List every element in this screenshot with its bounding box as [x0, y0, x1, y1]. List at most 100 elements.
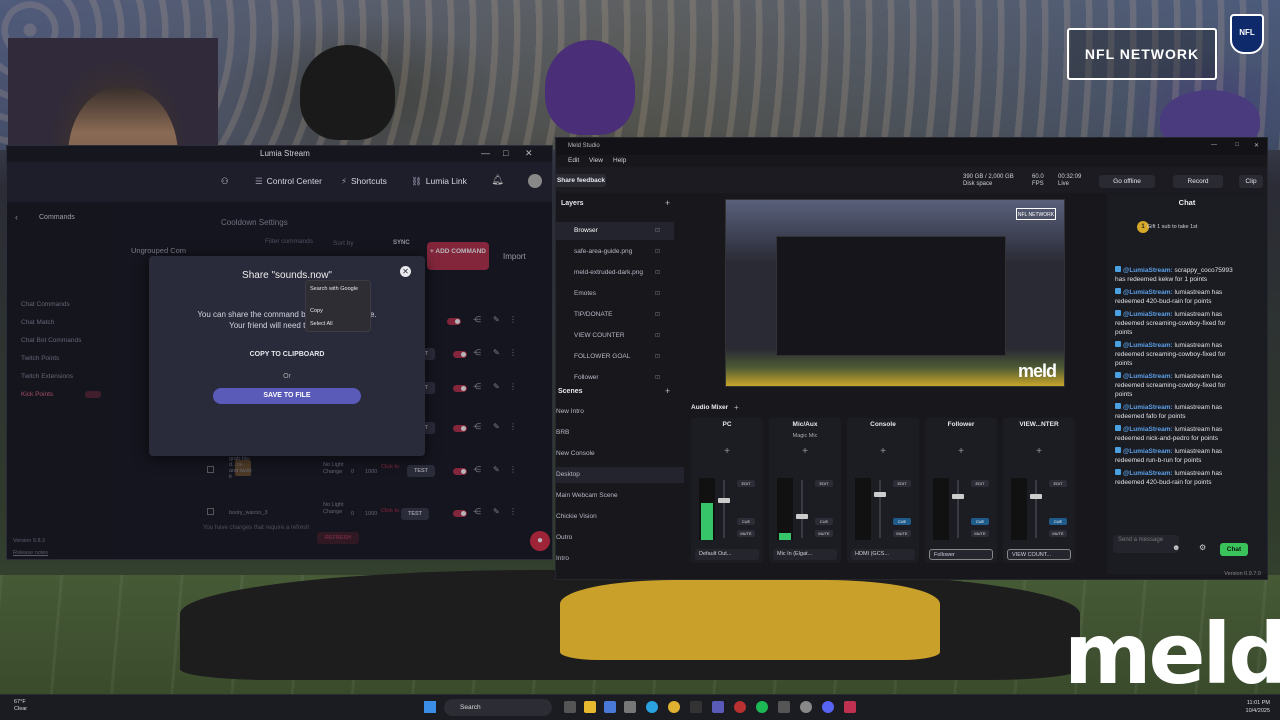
mute-button[interactable]: MUTE	[893, 530, 911, 537]
chat-user[interactable]: @LumiaStream:	[1123, 426, 1173, 433]
cue-button[interactable]: CUE	[1049, 518, 1067, 525]
chat-user[interactable]: @LumiaStream:	[1123, 311, 1173, 318]
chat-user[interactable]: @LumiaStream:	[1123, 448, 1173, 455]
app-icon[interactable]	[844, 701, 856, 713]
fader-knob[interactable]	[1030, 494, 1042, 499]
chrome-icon[interactable]	[668, 701, 680, 713]
lock-icon[interactable]: ⊡	[655, 369, 660, 387]
volume-fader[interactable]	[879, 480, 881, 538]
nav-lumia-link[interactable]: ⛓ Lumia Link	[411, 176, 467, 187]
go-offline-button[interactable]: Go offline	[1099, 175, 1155, 188]
lock-icon[interactable]: ⊡	[655, 243, 660, 261]
chat-user[interactable]: @LumiaStream:	[1123, 470, 1173, 477]
user-icon[interactable]: ⚇	[221, 176, 229, 187]
app-icon[interactable]	[734, 701, 746, 713]
emoji-icon[interactable]: ☻	[1172, 543, 1180, 552]
taskbar-search[interactable]: Search	[444, 699, 552, 716]
maximize-icon[interactable]: □	[1235, 142, 1239, 148]
cue-button[interactable]: CUE	[737, 518, 755, 525]
close-icon[interactable]: ✕	[1254, 142, 1259, 149]
lock-icon[interactable]: ⊡	[655, 327, 660, 345]
chat-user[interactable]: @LumiaStream:	[1123, 289, 1173, 296]
scene-item[interactable]: Intro	[556, 551, 684, 567]
device-select[interactable]: Default Out...	[695, 549, 759, 560]
lock-icon[interactable]: ⊡	[655, 264, 660, 282]
add-layer-icon[interactable]: +	[665, 198, 670, 208]
layer-item[interactable]: Follower ⊡	[556, 369, 674, 387]
volume-fader[interactable]	[1035, 480, 1037, 538]
chat-user[interactable]: @LumiaStream:	[1123, 373, 1173, 380]
scene-item[interactable]: New Console	[556, 446, 684, 462]
minimize-icon[interactable]: —	[481, 148, 490, 158]
lumia-titlebar[interactable]: Lumia Stream — □ ✕	[7, 146, 552, 162]
cue-button[interactable]: CUE	[815, 518, 833, 525]
cue-button[interactable]: CUE	[971, 518, 989, 525]
layer-item[interactable]: meld-extruded-dark.png ⊡	[556, 264, 674, 282]
system-clock[interactable]: 11:01 PM 10/4/2025	[1246, 699, 1270, 715]
lock-icon[interactable]: ⊡	[655, 285, 660, 303]
share-feedback-button[interactable]: Share feedback	[556, 174, 606, 187]
device-select[interactable]: Mic In (Elgat...	[773, 549, 837, 560]
windows-start-icon[interactable]	[424, 701, 436, 713]
layer-item[interactable]: TIP/DONATE ⊡	[556, 306, 674, 324]
settings-icon[interactable]	[800, 701, 812, 713]
add-filter-icon[interactable]: +	[691, 446, 763, 457]
add-filter-icon[interactable]: +	[847, 446, 919, 457]
device-select[interactable]: HDMI (GCS...	[851, 549, 915, 560]
minimize-icon[interactable]: —	[1211, 142, 1217, 148]
lock-icon[interactable]: ⊡	[655, 348, 660, 366]
record-button[interactable]: Record	[1173, 175, 1223, 188]
scene-item[interactable]: Chickie Vision	[556, 509, 684, 525]
scene-item[interactable]: Main Webcam Scene	[556, 488, 684, 504]
add-scene-icon[interactable]: +	[665, 386, 670, 396]
terminal-icon[interactable]	[690, 701, 702, 713]
mute-button[interactable]: MUTE	[971, 530, 989, 537]
layer-item-browser[interactable]: Browser ⊡	[556, 222, 674, 240]
mute-button[interactable]: MUTE	[815, 530, 833, 537]
app-icon[interactable]	[778, 701, 790, 713]
edit-button[interactable]: EDIT	[737, 480, 755, 487]
close-icon[interactable]: ✕	[400, 266, 411, 277]
chat-send-button[interactable]: Chat	[1220, 543, 1248, 556]
device-select[interactable]: Follower	[929, 549, 993, 560]
scene-item[interactable]: New Intro	[556, 404, 684, 420]
task-view-icon[interactable]	[564, 701, 576, 713]
menu-help[interactable]: Help	[613, 157, 626, 164]
volume-fader[interactable]	[723, 480, 725, 538]
fader-knob[interactable]	[952, 494, 964, 499]
chat-user[interactable]: @LumiaStream:	[1123, 342, 1173, 349]
menu-view[interactable]: View	[589, 157, 603, 164]
bell-icon[interactable]: 🔔︎	[491, 175, 504, 186]
device-select[interactable]: VIEW COUNT...	[1007, 549, 1071, 560]
context-item-select-all[interactable]: Select All	[310, 321, 333, 327]
calendar-icon[interactable]	[624, 701, 636, 713]
context-item-copy[interactable]: Copy	[310, 308, 323, 314]
chat-user[interactable]: @LumiaStream:	[1123, 404, 1173, 411]
edit-button[interactable]: EDIT	[1049, 480, 1067, 487]
avatar[interactable]	[528, 174, 542, 188]
layer-item[interactable]: VIEW COUNTER ⊡	[556, 327, 674, 345]
nav-shortcuts[interactable]: ⚡ Shortcuts	[341, 176, 387, 187]
copy-to-clipboard-button[interactable]: COPY TO CLIPBOARD	[213, 348, 361, 362]
layer-item[interactable]: Emotes ⊡	[556, 285, 674, 303]
scene-item[interactable]: BRB	[556, 425, 684, 441]
nav-control-center[interactable]: ☰ Control Center	[255, 176, 322, 187]
save-to-file-button[interactable]: SAVE TO FILE	[213, 388, 361, 404]
context-item-search-google[interactable]: Search with Google	[310, 286, 358, 292]
lock-icon[interactable]: ⊡	[655, 306, 660, 324]
mute-button[interactable]: MUTE	[1049, 530, 1067, 537]
add-filter-icon[interactable]: +	[925, 446, 997, 457]
weather-widget[interactable]: 67°F Clear	[14, 699, 27, 713]
chat-user[interactable]: @LumiaStream:	[1123, 267, 1173, 274]
add-audio-icon[interactable]: +	[734, 403, 739, 412]
spotify-icon[interactable]	[756, 701, 768, 713]
fader-knob[interactable]	[718, 498, 730, 503]
scene-item[interactable]: Outro	[556, 530, 684, 546]
cue-button[interactable]: CUE	[893, 518, 911, 525]
edit-button[interactable]: EDIT	[893, 480, 911, 487]
clip-button[interactable]: Clip	[1239, 175, 1263, 188]
chat-input[interactable]: Send a message	[1113, 535, 1179, 553]
add-filter-icon[interactable]: +	[1003, 446, 1075, 457]
mute-button[interactable]: MUTE	[737, 530, 755, 537]
store-icon[interactable]	[604, 701, 616, 713]
